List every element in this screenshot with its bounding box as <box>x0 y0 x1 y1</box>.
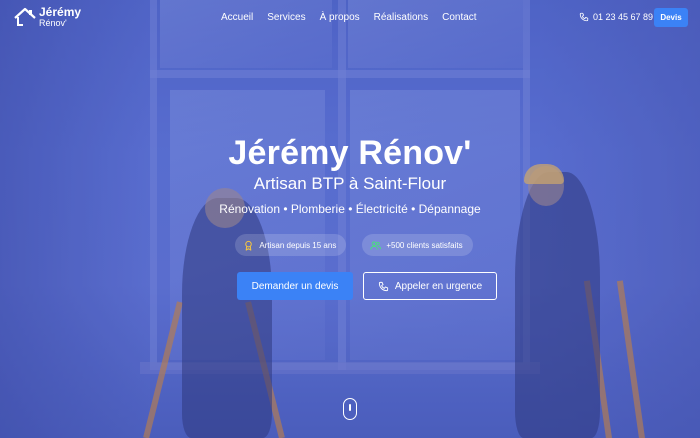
site-header: Jérémy Rénov' Accueil Services À propos … <box>0 0 700 36</box>
hero-services: Rénovation • Plomberie • Électricité • D… <box>219 202 481 216</box>
phone-number: 01 23 45 67 89 <box>593 12 654 22</box>
phone-icon <box>579 12 589 22</box>
header-phone-link[interactable]: 01 23 45 67 89 <box>579 12 653 22</box>
mouse-scroll-icon[interactable] <box>343 398 357 420</box>
phone-icon <box>378 281 388 291</box>
emergency-call-button[interactable]: Appeler en urgence <box>363 272 497 300</box>
hero-badges: Artisan depuis 15 ans +500 clients satis… <box>0 234 700 256</box>
house-roof-icon <box>14 7 36 26</box>
nav-link-services[interactable]: Services <box>267 12 305 23</box>
emergency-call-label: Appeler en urgence <box>394 280 483 292</box>
site-logo[interactable]: Jérémy Rénov' <box>14 6 81 28</box>
logo-name: Jérémy <box>39 5 82 19</box>
nav-link-accueil[interactable]: Accueil <box>221 12 253 23</box>
scroll-wheel-dot <box>349 404 351 411</box>
experience-badge-label: Artisan depuis 15 ans <box>259 240 337 250</box>
medal-icon <box>245 240 253 251</box>
hero-section: Jérémy Rénov' Accueil Services À propos … <box>0 0 700 438</box>
hero-ctas: Demander un devis Appeler en urgence <box>0 272 700 300</box>
hero-title: Jérémy Rénov' <box>228 134 472 172</box>
main-nav: Accueil Services À propos Réalisations C… <box>221 12 491 23</box>
request-quote-button[interactable]: Demander un devis <box>237 272 353 300</box>
nav-link-a-propos[interactable]: À propos <box>320 12 360 23</box>
logo-text: Jérémy Rénov' <box>39 6 81 28</box>
users-icon <box>370 240 382 250</box>
clients-badge: +500 clients satisfaits <box>362 234 473 256</box>
experience-badge: Artisan depuis 15 ans <box>235 234 347 256</box>
logo-subname: Rénov' <box>39 18 67 28</box>
devis-button[interactable]: Devis <box>654 8 688 27</box>
clients-badge-label: +500 clients satisfaits <box>386 240 463 250</box>
nav-link-realisations[interactable]: Réalisations <box>374 12 428 23</box>
hero-overlay <box>0 0 700 438</box>
hero-subtitle: Artisan BTP à Saint-Flour <box>253 174 447 193</box>
nav-link-contact[interactable]: Contact <box>442 12 476 23</box>
